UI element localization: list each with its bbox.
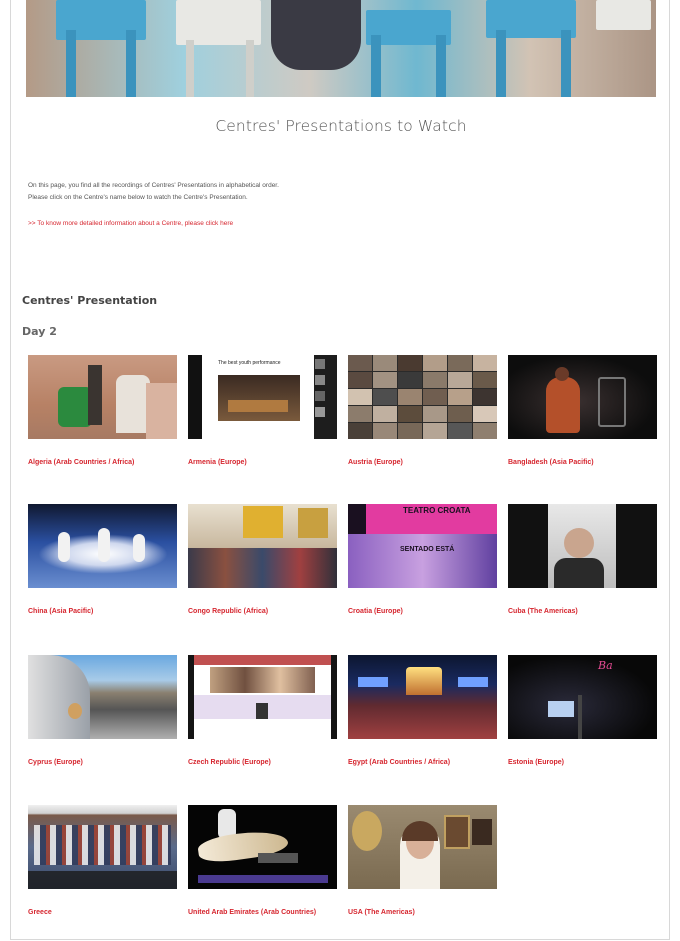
banner-image	[26, 0, 656, 97]
intro-line-1: On this page, you find all the recording…	[28, 182, 279, 189]
centre-link-egypt[interactable]: Egypt (Arab Countries / Africa)	[348, 757, 497, 768]
centre-card-congo: Congo Republic (Africa)	[188, 504, 337, 617]
centre-card-bangladesh: Bangladesh (Asia Pacific)	[508, 355, 657, 468]
centre-link-greece[interactable]: Greece	[28, 907, 177, 918]
uae-video-thumbnail[interactable]	[188, 805, 337, 889]
centre-card-egypt: Egypt (Arab Countries / Africa)	[348, 655, 497, 768]
croatia-video-thumbnail[interactable]: TEATRO CROATA SENTADO ESTÁ	[348, 504, 497, 588]
intro-line-2: Please click on the Centre's name below …	[28, 194, 248, 201]
cyprus-video-thumbnail[interactable]	[28, 655, 177, 739]
algeria-video-thumbnail[interactable]	[28, 355, 177, 439]
centre-link-cyprus[interactable]: Cyprus (Europe)	[28, 757, 177, 768]
bangladesh-video-thumbnail[interactable]	[508, 355, 657, 439]
centre-link-austria[interactable]: Austria (Europe)	[348, 457, 497, 468]
centre-card-algeria: Algeria (Arab Countries / Africa)	[28, 355, 177, 468]
centre-link-estonia[interactable]: Estonia (Europe)	[508, 757, 657, 768]
day-title: Day 2	[22, 325, 57, 338]
centre-card-croatia: TEATRO CROATA SENTADO ESTÁ Croatia (Euro…	[348, 504, 497, 617]
armenia-thumb-caption: The best youth performance	[218, 360, 281, 366]
centre-card-austria: Austria (Europe)	[348, 355, 497, 468]
more-info-link[interactable]: >> To know more detailed information abo…	[28, 218, 279, 230]
page-title: Centres' Presentations to Watch	[215, 117, 467, 135]
congo-video-thumbnail[interactable]	[188, 504, 337, 588]
centre-card-czech: Czech Republic (Europe)	[188, 655, 337, 768]
page-frame	[10, 0, 670, 940]
centre-link-usa[interactable]: USA (The Americas)	[348, 907, 497, 918]
centre-link-congo-republic[interactable]: Congo Republic (Africa)	[188, 606, 337, 617]
centre-link-armenia[interactable]: Armenia (Europe)	[188, 457, 337, 468]
centre-card-cyprus: Cyprus (Europe)	[28, 655, 177, 768]
centre-card-usa: USA (The Americas)	[348, 805, 497, 918]
section-title: Centres' Presentation	[22, 294, 158, 307]
centre-card-cuba: Cuba (The Americas)	[508, 504, 657, 617]
centre-link-united-arab-emirates[interactable]: United Arab Emirates (Arab Countries)	[188, 907, 337, 918]
estonia-video-thumbnail[interactable]: Ba	[508, 655, 657, 739]
armenia-video-thumbnail[interactable]: The best youth performance	[188, 355, 337, 439]
centre-link-croatia[interactable]: Croatia (Europe)	[348, 606, 497, 617]
centre-card-estonia: Ba Estonia (Europe)	[508, 655, 657, 768]
egypt-video-thumbnail[interactable]	[348, 655, 497, 739]
centre-link-bangladesh[interactable]: Bangladesh (Asia Pacific)	[508, 457, 657, 468]
centre-card-uae: United Arab Emirates (Arab Countries)	[188, 805, 337, 918]
croatia-thumb-subtitle: SENTADO ESTÁ	[400, 546, 455, 553]
intro-text: On this page, you find all the recording…	[28, 180, 279, 230]
czech-video-thumbnail[interactable]	[188, 655, 337, 739]
centre-link-czech-republic[interactable]: Czech Republic (Europe)	[188, 757, 337, 768]
centre-card-china: China (Asia Pacific)	[28, 504, 177, 617]
centre-card-armenia: The best youth performance Armenia (Euro…	[188, 355, 337, 468]
cuba-video-thumbnail[interactable]	[508, 504, 657, 588]
centre-link-algeria[interactable]: Algeria (Arab Countries / Africa)	[28, 457, 177, 468]
austria-video-thumbnail[interactable]	[348, 355, 497, 439]
centre-card-greece: Greece	[28, 805, 177, 918]
greece-video-thumbnail[interactable]	[28, 805, 177, 889]
centre-link-china[interactable]: China (Asia Pacific)	[28, 606, 177, 617]
usa-video-thumbnail[interactable]	[348, 805, 497, 889]
croatia-thumb-title: TEATRO CROATA	[403, 506, 471, 515]
china-video-thumbnail[interactable]	[28, 504, 177, 588]
centre-link-cuba[interactable]: Cuba (The Americas)	[508, 606, 657, 617]
